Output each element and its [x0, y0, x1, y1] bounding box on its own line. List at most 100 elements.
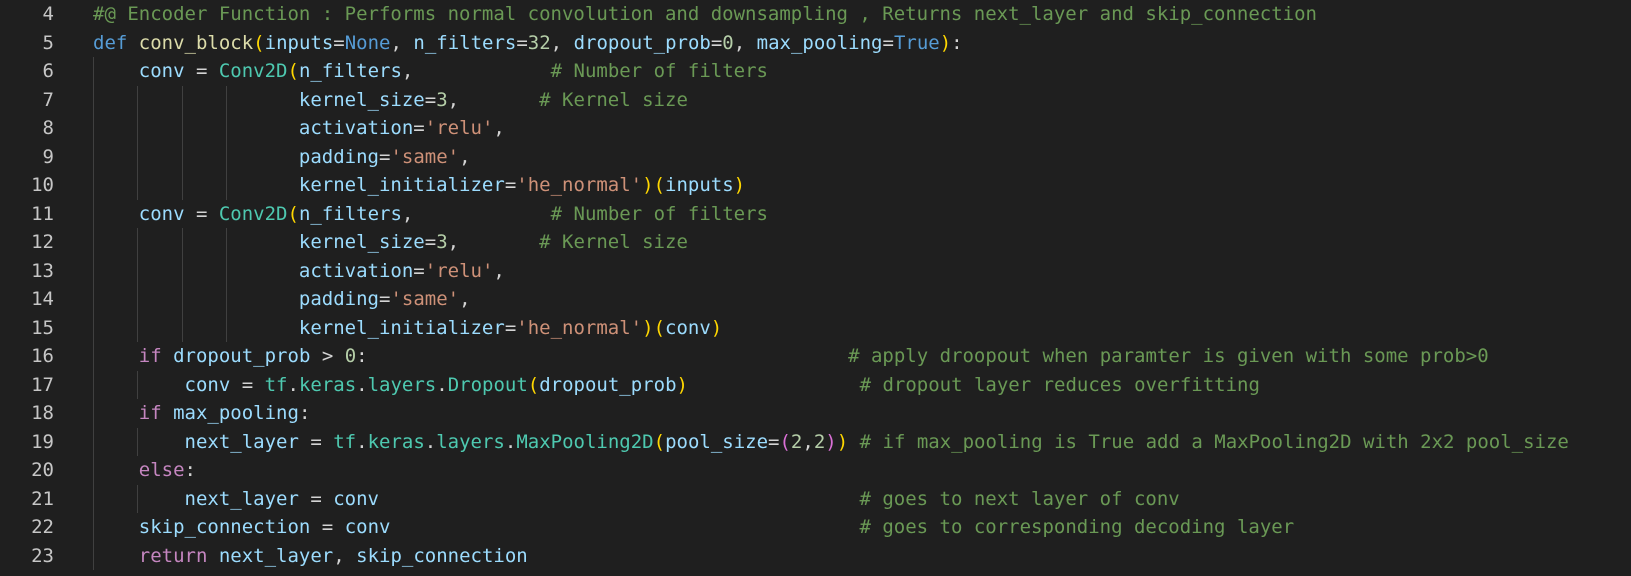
line-number: 18: [31, 402, 54, 424]
code-token: ,: [447, 231, 540, 253]
indent-guide: [93, 57, 94, 570]
code-line[interactable]: 21 next_layer = conv # goes to next laye…: [0, 485, 1631, 514]
code-token: inputs: [665, 174, 734, 196]
code-line[interactable]: 12 kernel_size=3, # Kernel size: [0, 228, 1631, 257]
code-text[interactable]: return next_layer, skip_connection: [93, 542, 528, 571]
code-line[interactable]: 17 conv = tf.keras.layers.Dropout(dropou…: [0, 371, 1631, 400]
code-token: max_pooling: [756, 31, 883, 54]
code-line[interactable]: 8 activation='relu',: [0, 114, 1631, 143]
code-text[interactable]: padding='same',: [93, 143, 471, 172]
code-line[interactable]: 23 return next_layer, skip_connection: [0, 542, 1631, 571]
code-token: :: [951, 31, 963, 54]
code-line[interactable]: 19 next_layer = tf.keras.layers.MaxPooli…: [0, 428, 1631, 457]
code-token: =: [504, 316, 517, 339]
code-token: =: [424, 88, 437, 111]
code-text[interactable]: next_layer = tf.keras.layers.MaxPooling2…: [93, 428, 1569, 457]
code-text[interactable]: activation='relu',: [93, 257, 505, 286]
code-text[interactable]: skip_connection = conv # goes to corresp…: [93, 513, 1294, 542]
code-token: MaxPooling2D: [516, 430, 654, 453]
code-token: .: [436, 373, 448, 396]
code-token: if: [138, 345, 162, 367]
code-token: layers: [436, 430, 505, 453]
code-token: keras: [298, 373, 357, 396]
code-token: 2: [790, 430, 803, 453]
code-token: kernel_size: [298, 88, 425, 111]
line-number: 4: [42, 3, 54, 25]
code-text[interactable]: else:: [93, 456, 196, 485]
code-line[interactable]: 6 conv = Conv2D(n_filters, # Number of f…: [0, 57, 1631, 86]
code-token: tf: [264, 373, 288, 396]
code-text[interactable]: if max_pooling:: [93, 399, 311, 428]
code-token: None: [344, 31, 391, 54]
code-text[interactable]: kernel_initializer='he_normal')(conv): [93, 314, 722, 343]
code-text[interactable]: if dropout_prob > 0: # apply droopout wh…: [93, 342, 1489, 371]
code-token: conv: [333, 487, 379, 510]
code-token: =: [230, 373, 265, 396]
code-token: inputs: [264, 31, 334, 54]
code-line[interactable]: 7 kernel_size=3, # Kernel size: [0, 86, 1631, 115]
code-token: (: [527, 373, 540, 396]
code-line[interactable]: 4 #@ Encoder Function : Performs normal c…: [0, 0, 1631, 29]
code-text[interactable]: kernel_initializer='he_normal')(inputs): [93, 171, 745, 200]
code-token: kernel_initializer: [298, 316, 505, 339]
code-token: 'same': [390, 145, 460, 168]
code-token: ,: [493, 259, 505, 282]
code-text[interactable]: conv = Conv2D(n_filters, # Number of fil…: [93, 57, 768, 86]
code-line[interactable]: 10 kernel_initializer='he_normal')(input…: [0, 171, 1631, 200]
code-text[interactable]: conv = tf.keras.layers.Dropout(dropout_p…: [93, 371, 1260, 400]
code-token: Conv2D: [218, 202, 288, 225]
code-text[interactable]: def conv_block(inputs=None, n_filters=32…: [93, 29, 963, 58]
code-token: ,: [390, 31, 414, 54]
code-token: ,: [447, 88, 540, 111]
code-token: ,: [733, 31, 757, 54]
code-token: conv: [138, 60, 185, 82]
code-token: ,: [802, 430, 814, 453]
code-line[interactable]: 18 if max_pooling:: [0, 399, 1631, 428]
code-text[interactable]: #@ Encoder Function : Performs normal co…: [93, 0, 1317, 29]
line-number: 11: [31, 202, 54, 225]
code-comment: # goes to corresponding decoding layer: [859, 516, 1295, 538]
code-token: n_filters: [413, 31, 517, 54]
code-line[interactable]: 13 activation='relu',: [0, 257, 1631, 286]
line-number: 9: [42, 145, 54, 168]
code-text[interactable]: conv = Conv2D(n_filters, # Number of fil…: [93, 200, 768, 229]
code-token: :: [184, 459, 196, 481]
code-token: =: [710, 31, 723, 54]
code-token: =: [768, 430, 780, 453]
code-token: activation: [298, 259, 414, 282]
line-number: 13: [31, 259, 54, 282]
indent-guide: [137, 427, 139, 456]
code-token: conv_block: [138, 31, 254, 54]
line-number: 14: [31, 288, 54, 310]
indent-guide: [137, 228, 139, 342]
code-token: =: [184, 202, 219, 225]
code-line[interactable]: 22 skip_connection = conv # goes to corr…: [0, 513, 1631, 542]
code-text[interactable]: next_layer = conv # goes to next layer o…: [93, 485, 1180, 514]
line-number: 12: [31, 231, 54, 253]
code-token: (: [653, 316, 666, 339]
code-text[interactable]: padding='same',: [93, 285, 471, 314]
code-line[interactable]: 16 if dropout_prob > 0: # apply droopout…: [0, 342, 1631, 371]
code-editor[interactable]: 4 #@ Encoder Function : Performs normal c…: [0, 0, 1631, 576]
code-line[interactable]: 5 def conv_block(inputs=None, n_filters=3…: [0, 29, 1631, 58]
line-number: 15: [31, 316, 54, 339]
code-line[interactable]: 14 padding='same',: [0, 285, 1631, 314]
code-line[interactable]: 20 else:: [0, 456, 1631, 485]
code-line[interactable]: 11 conv = Conv2D(n_filters, # Number of …: [0, 200, 1631, 229]
code-token: padding: [298, 288, 379, 310]
code-token: return: [138, 544, 208, 567]
code-line[interactable]: 15 kernel_initializer='he_normal')(conv): [0, 314, 1631, 343]
code-line[interactable]: 9 padding='same',: [0, 143, 1631, 172]
code-token: (: [653, 174, 666, 196]
line-number: 23: [31, 544, 54, 567]
code-text[interactable]: activation='relu',: [93, 114, 505, 143]
code-token: next_layer: [218, 544, 334, 567]
